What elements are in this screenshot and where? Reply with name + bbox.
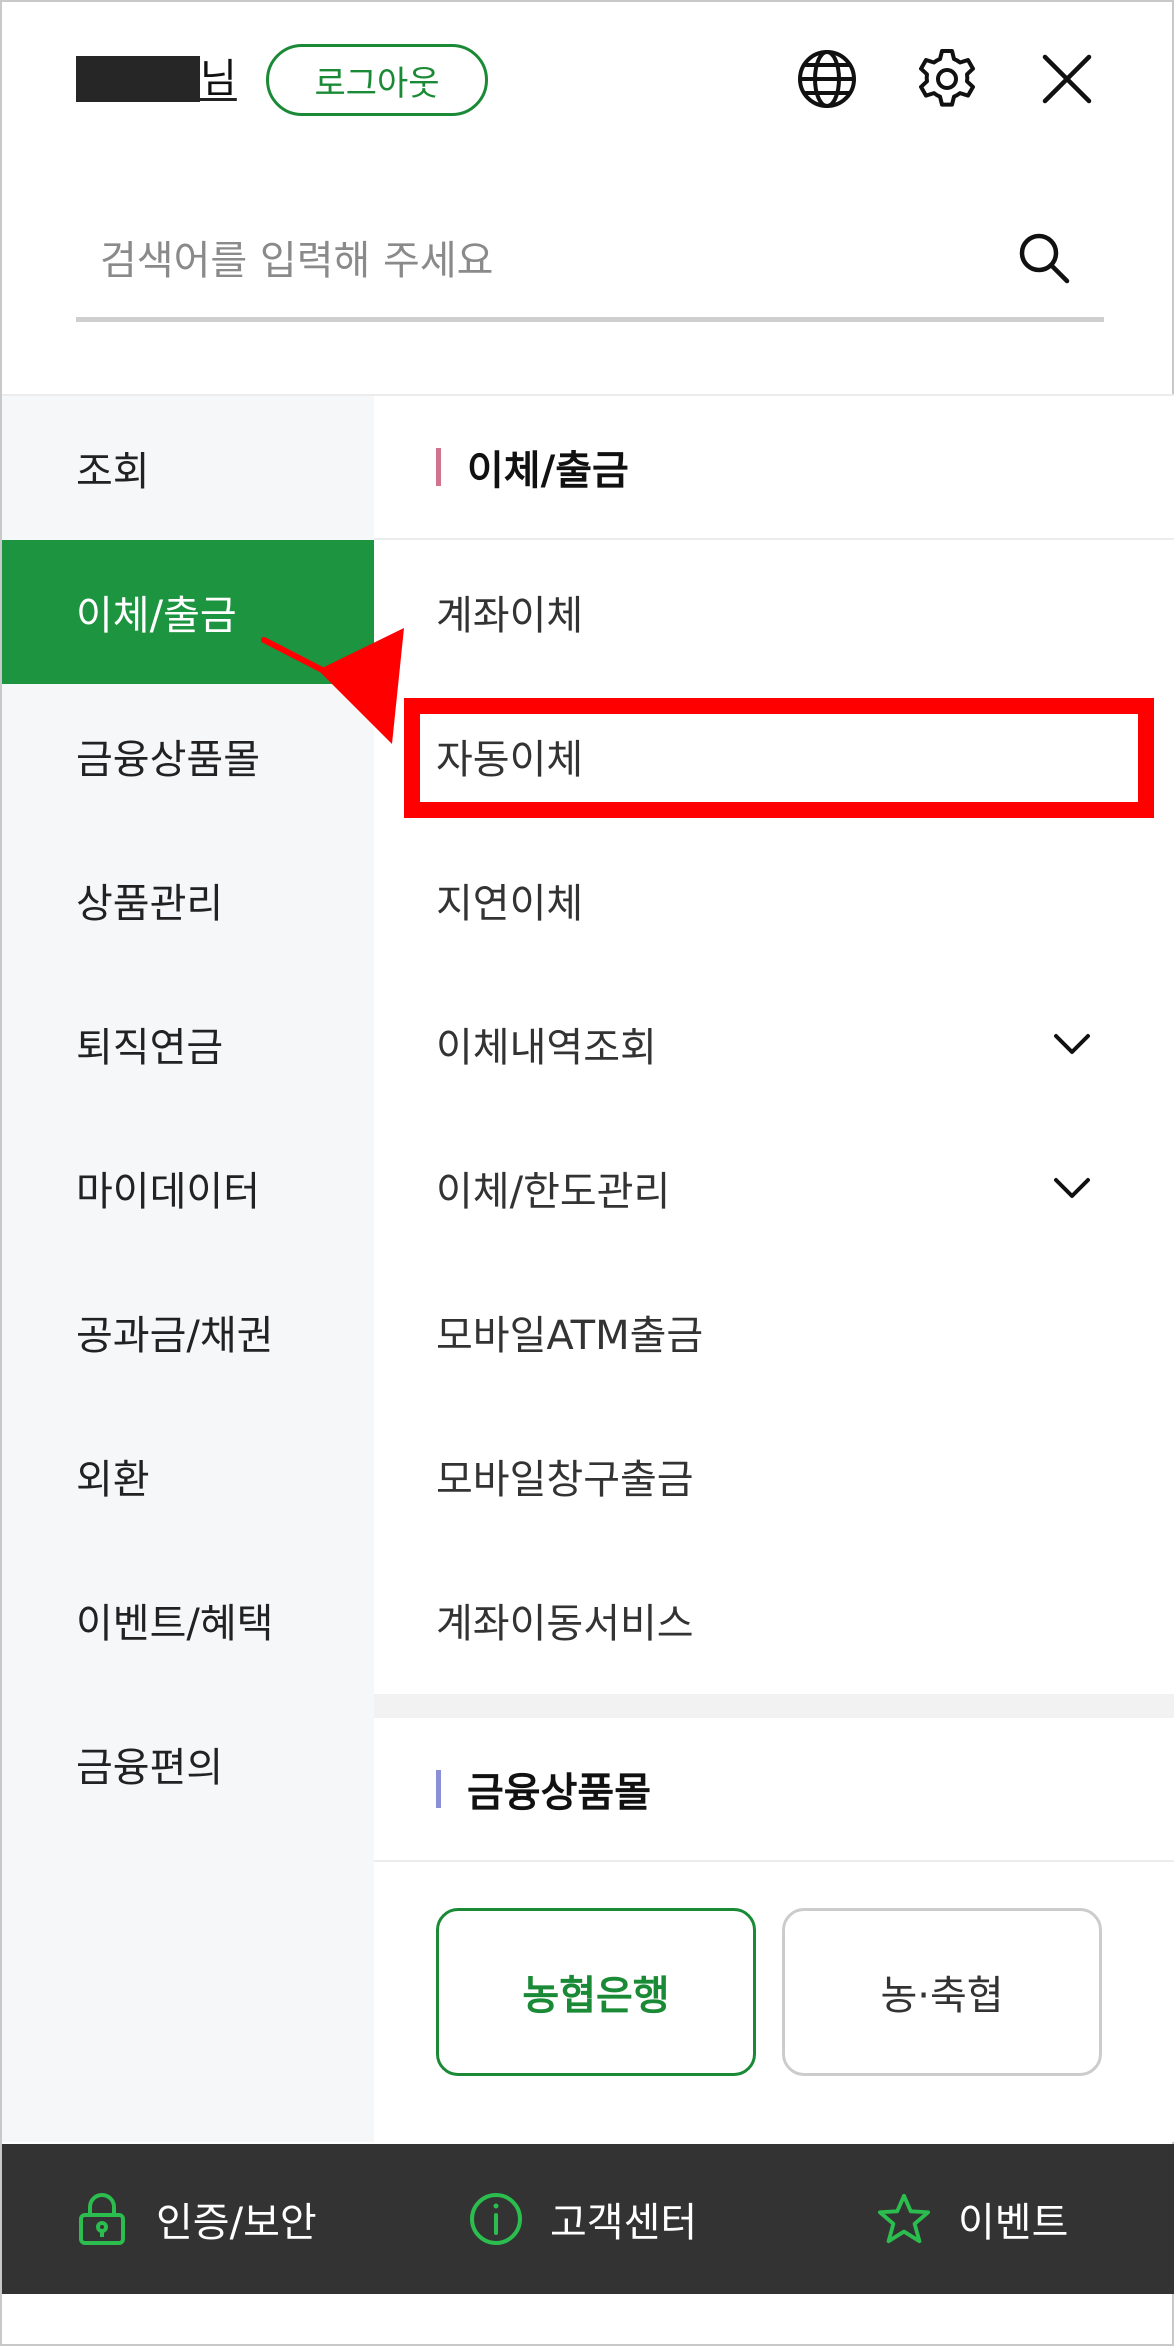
logout-button[interactable]: 로그아웃	[266, 44, 488, 116]
search-input[interactable]	[100, 226, 1000, 296]
submenu-transfer-history[interactable]: 이체내역조회	[374, 972, 1174, 1116]
section-marker	[436, 1770, 441, 1808]
user-name-link[interactable]: 님	[76, 50, 237, 108]
nav-item-product-mall[interactable]: 금융상품몰	[2, 684, 374, 828]
section-title: 금융상품몰	[467, 1770, 651, 1816]
nav-item-financial-convenience[interactable]: 금융편의	[2, 1692, 374, 1836]
nav-item-events-benefits[interactable]: 이벤트/혜택	[2, 1548, 374, 1692]
redacted-user-name	[76, 56, 200, 102]
search-bar	[76, 202, 1104, 322]
bottom-item-auth-security[interactable]: 인증/보안	[74, 2144, 317, 2294]
search-icon[interactable]	[1012, 226, 1076, 290]
submenu-label: 계좌이동서비스	[436, 1601, 694, 1647]
nav-item-retirement-pension[interactable]: 퇴직연금	[2, 972, 374, 1116]
bottom-item-events[interactable]: 이벤트	[876, 2144, 1068, 2294]
submenu-delayed-transfer[interactable]: 지연이체	[374, 828, 1174, 972]
section-header-product-mall: 금융상품몰	[374, 1718, 1174, 1862]
bottom-item-label: 고객센터	[550, 2200, 698, 2246]
submenu-account-switch-service[interactable]: 계좌이동서비스	[374, 1548, 1174, 1692]
globe-icon[interactable]	[792, 44, 862, 114]
bottom-item-label: 인증/보안	[156, 2200, 317, 2246]
nav-item-utility-bonds[interactable]: 공과금/채권	[2, 1260, 374, 1404]
submenu-mobile-counter-withdrawal[interactable]: 모바일창구출금	[374, 1404, 1174, 1548]
submenu-label: 이체내역조회	[436, 1025, 657, 1071]
submenu-label: 계좌이체	[436, 593, 584, 639]
submenu-account-transfer[interactable]: 계좌이체	[374, 540, 1174, 684]
bottom-item-customer-center[interactable]: 고객센터	[468, 2144, 697, 2294]
submenu-label: 모바일창구출금	[436, 1457, 694, 1503]
bottom-item-label: 이벤트	[958, 2200, 1069, 2246]
nav-item-mydata[interactable]: 마이데이터	[2, 1116, 374, 1260]
header: 님 로그아웃	[2, 2, 1174, 152]
nav-item-foreign-exchange[interactable]: 외환	[2, 1404, 374, 1548]
star-icon	[876, 2191, 932, 2247]
section-marker	[436, 448, 441, 486]
section-title: 이체/출금	[467, 448, 629, 494]
submenu-pane: 이체/출금 계좌이체 자동이체 지연이체 이체내역조회 이체/한도관리 모바일A…	[374, 396, 1174, 2142]
lock-icon	[74, 2191, 130, 2247]
nav-item-transfer[interactable]: 이체/출금	[2, 540, 374, 684]
section-separator	[374, 1694, 1174, 1718]
user-name-suffix: 님	[200, 56, 237, 102]
submenu-auto-transfer[interactable]: 자동이체	[374, 684, 1174, 828]
submenu-mobile-atm-withdrawal[interactable]: 모바일ATM출금	[374, 1260, 1174, 1404]
gear-icon[interactable]	[912, 44, 982, 114]
nav-item-product-management[interactable]: 상품관리	[2, 828, 374, 972]
submenu-label: 자동이체	[436, 737, 584, 783]
category-nav: 조회 이체/출금 금융상품몰 상품관리 퇴직연금 마이데이터 공과금/채권 외환…	[2, 396, 374, 2142]
chevron-down-icon[interactable]	[1050, 1166, 1094, 1210]
nav-item-inquiry[interactable]: 조회	[2, 396, 374, 540]
submenu-transfer-limit[interactable]: 이체/한도관리	[374, 1116, 1174, 1260]
close-icon[interactable]	[1032, 44, 1102, 114]
submenu-label: 지연이체	[436, 881, 584, 927]
menu-screen: 님 로그아웃 검색어를 입력해 주세요 조회 이체/출금 금융상품몰 상품관리 …	[0, 0, 1174, 2346]
bank-local-cooperative-button[interactable]: 농·축협	[782, 1908, 1102, 2076]
section-header-transfer: 이체/출금	[374, 396, 1174, 540]
bottom-bar: 인증/보안 고객센터 이벤트	[2, 2144, 1174, 2294]
bank-nonghyup-button[interactable]: 농협은행	[436, 1908, 756, 2076]
submenu-label: 이체/한도관리	[436, 1169, 671, 1215]
chevron-down-icon[interactable]	[1050, 1022, 1094, 1066]
submenu-label: 모바일ATM출금	[436, 1313, 704, 1359]
info-icon	[468, 2191, 524, 2247]
